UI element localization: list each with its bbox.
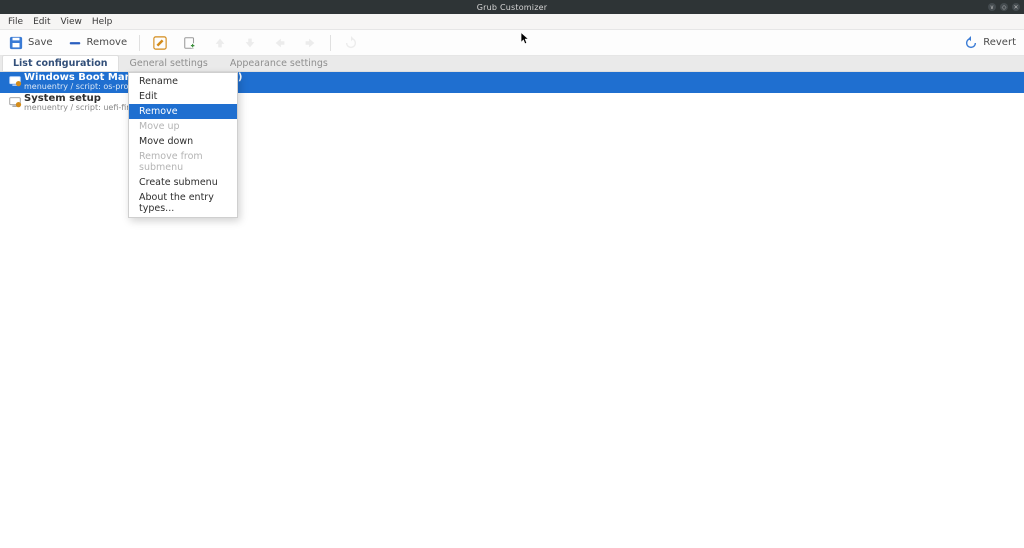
minus-icon [67, 35, 83, 51]
arrow-down-icon [242, 35, 258, 51]
revert-label: Revert [983, 37, 1016, 48]
entry-list[interactable]: Windows Boot Manager (on /dev/sdb2) menu… [0, 72, 1024, 548]
menu-item-help[interactable]: Help [88, 16, 117, 28]
arrow-right-icon [302, 35, 318, 51]
minimize-button[interactable]: ∨ [988, 3, 996, 11]
tab-appearance-settings[interactable]: Appearance settings [219, 55, 339, 71]
context-menu-move-down[interactable]: Move down [129, 134, 237, 149]
undo-button[interactable] [268, 33, 292, 53]
remove-button-toolbar[interactable]: Remove [63, 33, 132, 53]
context-menu-about-entry-types[interactable]: About the entry types... [129, 190, 237, 216]
revert-button[interactable]: Revert [959, 33, 1020, 53]
move-down-button[interactable] [238, 33, 262, 53]
new-icon [182, 35, 198, 51]
tab-list-configuration[interactable]: List configuration [2, 55, 119, 71]
arrow-up-icon [212, 35, 228, 51]
menu-item-file[interactable]: File [4, 16, 27, 28]
new-entry-button[interactable] [178, 33, 202, 53]
context-menu-remove-from-submenu: Remove from submenu [129, 149, 237, 175]
edit-button[interactable] [148, 33, 172, 53]
pencil-icon [152, 35, 168, 51]
close-button[interactable]: ✕ [1012, 3, 1020, 11]
window-title: Grub Customizer [477, 3, 547, 12]
context-menu-rename[interactable]: Rename [129, 74, 237, 89]
context-menu-create-submenu[interactable]: Create submenu [129, 175, 237, 190]
toolbar-separator [139, 35, 140, 51]
save-label: Save [28, 37, 53, 48]
arrow-left-icon [272, 35, 288, 51]
entry-icon [6, 73, 24, 88]
entry-icon [6, 94, 24, 109]
maximize-button[interactable]: ◇ [1000, 3, 1008, 11]
remove-label: Remove [87, 37, 128, 48]
save-icon [8, 35, 24, 51]
move-up-button[interactable] [208, 33, 232, 53]
context-menu-move-up: Move up [129, 119, 237, 134]
menubar: File Edit View Help [0, 14, 1024, 30]
menu-item-view[interactable]: View [57, 16, 86, 28]
context-menu: Rename Edit Remove Move up Move down Rem… [128, 72, 238, 218]
window-controls: ∨ ◇ ✕ [988, 0, 1020, 14]
revert-icon [963, 35, 979, 51]
refresh-button[interactable] [339, 33, 363, 53]
refresh-icon [343, 35, 359, 51]
titlebar: Grub Customizer ∨ ◇ ✕ [0, 0, 1024, 14]
menu-item-edit[interactable]: Edit [29, 16, 54, 28]
tabs-strip: List configuration General settings Appe… [0, 56, 1024, 72]
toolbar: Save Remove [0, 30, 1024, 56]
save-button[interactable]: Save [4, 33, 57, 53]
toolbar-separator [330, 35, 331, 51]
context-menu-edit[interactable]: Edit [129, 89, 237, 104]
tab-general-settings[interactable]: General settings [119, 55, 219, 71]
redo-button[interactable] [298, 33, 322, 53]
context-menu-remove[interactable]: Remove [129, 104, 237, 119]
